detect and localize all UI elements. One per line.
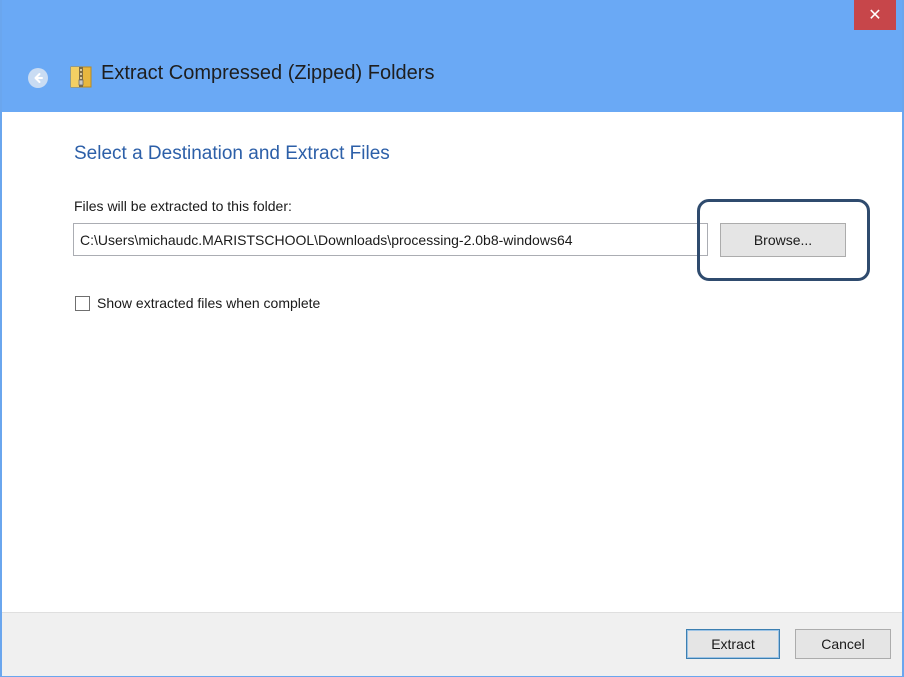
extract-dialog: ✕ Extract Compressed (Zipped) Folders Se… (0, 0, 904, 677)
zip-folder-icon (70, 66, 92, 88)
title-bar: ✕ Extract Compressed (Zipped) Folders (2, 0, 902, 112)
dialog-footer: Extract Cancel (2, 612, 902, 676)
destination-label: Files will be extracted to this folder: (74, 198, 292, 214)
back-arrow-icon (34, 73, 43, 83)
page-heading: Select a Destination and Extract Files (74, 143, 390, 164)
destination-path-input[interactable] (73, 223, 708, 256)
show-files-label[interactable]: Show extracted files when complete (97, 295, 320, 311)
browse-button[interactable]: Browse... (720, 223, 846, 257)
close-icon: ✕ (868, 7, 882, 24)
extract-button[interactable]: Extract (686, 629, 780, 659)
cancel-button[interactable]: Cancel (795, 629, 891, 659)
close-button[interactable]: ✕ (854, 0, 896, 30)
window-title: Extract Compressed (Zipped) Folders (101, 62, 435, 84)
back-button[interactable] (28, 68, 48, 88)
dialog-content: Select a Destination and Extract Files F… (2, 112, 902, 612)
show-files-checkbox[interactable] (75, 296, 90, 311)
